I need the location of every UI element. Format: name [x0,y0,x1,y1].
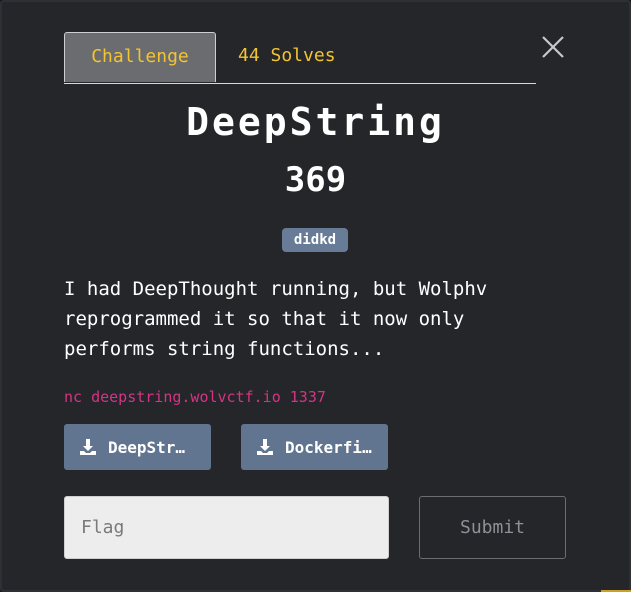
download-file-button-dockerfile[interactable]: Dockerfi… [241,424,388,470]
file-name: DeepStr… [108,437,186,457]
close-icon [542,36,564,58]
tab-challenge[interactable]: Challenge [64,32,216,82]
close-button[interactable] [538,32,568,62]
challenge-description: I had DeepThought running, but Wolphv re… [64,278,488,360]
download-icon [257,439,273,455]
author-tag: didkd [282,228,348,252]
download-icon [80,439,96,455]
challenge-points: 369 [284,160,347,200]
submit-button[interactable]: Submit [419,496,566,559]
challenge-modal: Challenge 44 Solves DeepString 369 didkd… [0,0,631,592]
file-name: Dockerfi… [285,437,372,457]
tab-solves[interactable]: 44 Solves [238,32,336,82]
connection-info: nc deepstring.wolvctf.io 1337 [64,388,326,406]
challenge-title: DeepString [186,100,445,144]
flag-input[interactable] [64,496,389,559]
challenge-tabs: Challenge 44 Solves [64,32,536,84]
download-file-button-deepstring[interactable]: DeepStr… [64,424,211,470]
